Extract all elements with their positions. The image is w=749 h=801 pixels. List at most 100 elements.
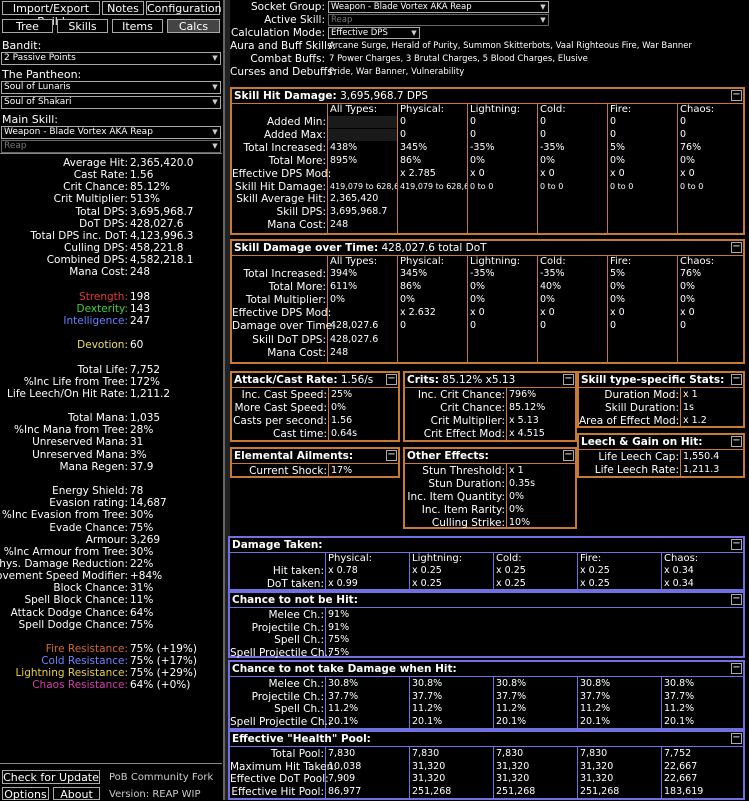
stat-value: 1.56 (130, 169, 154, 182)
cell-effective-hit-pool-0: 86,977 (328, 785, 362, 797)
configuration-button[interactable]: Configuration (146, 1, 222, 15)
about-button[interactable]: About (53, 787, 100, 801)
cell-mana-cost-4 (608, 219, 677, 231)
row-label-inc-item-rarity: Inc. Item Rarity: (421, 504, 505, 517)
check-update-button[interactable]: Check for Update (2, 770, 100, 784)
cell-added-max-1: 0 (400, 128, 407, 140)
collapse-button[interactable]: − (731, 539, 742, 550)
cell-skill-average-hit-4 (608, 193, 677, 205)
stat-label: Crit Multiplier: (53, 193, 128, 206)
row-label: Effective DoT Pool: (230, 773, 329, 786)
stat-row: Evasion rating: 14,687 (0, 497, 222, 509)
config-value-aura-and-buff-skills: Arcane Surge, Herald of Purity, Summon S… (329, 41, 692, 51)
cell-hit-taken-4: x 0.34 (664, 565, 694, 576)
stat-row: Phys. Damage Reduction: 22% (0, 558, 222, 570)
header-divider (232, 387, 398, 388)
section-dot: Skill Damage over Time: 428,027.6 total … (230, 239, 745, 364)
section-title: Skill Hit Damage: (234, 90, 337, 102)
row-label: Mana Cost: (267, 219, 326, 232)
collapse-button[interactable]: − (563, 450, 574, 461)
cell-total-pool-1: 7,830 (412, 748, 440, 759)
stat-row: Spell Dodge Chance: 75% (0, 619, 222, 631)
row-value-inc-item-rarity: 0% (509, 504, 525, 516)
config-dropdown-socket-group[interactable]: Weapon - Blade Vortex AKA Reap ▼ (328, 1, 549, 13)
stat-value: 3% (130, 448, 147, 461)
collapse-button[interactable]: − (731, 663, 742, 674)
cell-added-min-3: 0 (540, 116, 547, 127)
section-header: Skill Hit Damage: 3,695,968.7 DPS (232, 89, 743, 103)
row-label-crit-chance: Crit Chance: (440, 402, 505, 415)
tab-skills[interactable]: Skills (57, 19, 108, 33)
section-header: Chance to not take Damage when Hit: (230, 662, 743, 676)
import-export-button[interactable]: Import/Export Build (2, 1, 100, 28)
cell-total-increased-1: 345% (400, 268, 428, 279)
collapse-button[interactable]: − (386, 374, 397, 385)
stat-value: 85.12% (130, 181, 171, 194)
stat-label: Chaos Resistance: (32, 679, 128, 692)
collapse-button[interactable]: − (731, 374, 742, 385)
cell-effective-hit-pool-1: 251,268 (412, 785, 452, 797)
collapse-button[interactable]: − (731, 594, 742, 605)
cell-total-more-0: 895% (330, 154, 358, 166)
config-dropdown-active-skill[interactable]: Reap ▼ (328, 14, 549, 26)
row-label: Spell Ch.: (274, 703, 324, 716)
main-skill-part-dropdown[interactable]: Reap ▼ (1, 140, 221, 153)
collapse-button[interactable]: − (731, 733, 742, 744)
cell-total-more-5: 0% (680, 154, 696, 166)
cell-added-max-4: 0 (610, 128, 617, 140)
column-header-fire: Fire: (610, 104, 632, 115)
main-skill-dropdown[interactable]: Weapon - Blade Vortex AKA Reap ▼ (1, 126, 221, 139)
options-button[interactable]: Options (2, 787, 49, 801)
cell-mana-cost-3 (538, 347, 607, 359)
cell-dot-taken-3: x 0.25 (580, 577, 610, 589)
section-header: Skill type-specific Stats: (579, 373, 743, 387)
collapse-button[interactable]: − (731, 436, 742, 447)
stat-row: Combined DPS: 4,582,218.1 (0, 254, 222, 266)
section-header: Crits: 85.12% x5.13 (405, 373, 575, 387)
stat-label: Total Life: (77, 363, 128, 376)
cell-skill-dot-dps-1 (398, 334, 467, 346)
stat-label: %Inc Evasion from Tree: (1, 509, 128, 522)
cell-damage-over-time-2: 0 (470, 320, 477, 332)
pantheon-minor-dropdown[interactable]: Soul of Shakari ▼ (1, 96, 221, 109)
tab-calcs[interactable]: Calcs (167, 19, 220, 33)
cell-skill-average-hit-2 (468, 193, 537, 205)
stat-row: Cold Resistance: 75% (+17%) (0, 655, 222, 667)
chevron-down-icon: ▼ (212, 142, 218, 150)
config-dropdown-calculation-mode[interactable]: Effective DPS ▼ (328, 27, 420, 39)
stat-label: Combined DPS: (46, 254, 128, 267)
cell-effective-dot-pool-2: 31,320 (496, 773, 530, 785)
bandit-dropdown[interactable]: 2 Passive Points ▼ (1, 52, 221, 65)
collapse-button[interactable]: − (386, 450, 397, 461)
cell-added-min-5: 0 (680, 116, 687, 127)
tab-items[interactable]: Items (112, 19, 163, 33)
stat-label: DoT DPS: (79, 217, 128, 230)
collapse-button[interactable]: − (563, 374, 574, 385)
stat-row: Total Mana: 1,035 (0, 412, 222, 424)
row-label-spell-projectile-ch: Spell Projectile Ch.: (230, 646, 332, 659)
section-header: Attack/Cast Rate: 1.56/s (232, 373, 398, 387)
stat-label: Culling DPS: (63, 242, 128, 255)
section-title: Leech & Gain on Hit: (581, 436, 703, 448)
cell-melee-ch-4: 30.8% (664, 678, 695, 689)
tab-tree[interactable]: Tree (2, 19, 53, 33)
cell-hit-taken-3: x 0.25 (580, 565, 610, 576)
notes-button[interactable]: Notes (102, 1, 144, 15)
column-header-physical: Physical: (400, 256, 445, 267)
row-value-crit-multiplier: x 5.13 (509, 415, 539, 427)
cell-total-increased-1: 345% (400, 141, 428, 153)
config-label-curses-and-debuffs: Curses and Debuffs: (230, 66, 337, 78)
stat-label: Unreserved Mana: (32, 436, 128, 449)
section-leech: Leech & Gain on Hit: − Life Leech Cap: 1,55… (577, 433, 745, 478)
cell-mana-cost-0: 248 (330, 219, 349, 231)
row-label-inc-item-quantity: Inc. Item Quantity: (407, 491, 505, 504)
cell-damage-over-time-5: 0 (680, 320, 687, 332)
cell-skill-dot-dps-5 (678, 334, 747, 346)
cell-spell-projectile-ch-3: 20.1% (580, 715, 611, 727)
cell-damage-over-time-0: 428,027.6 (330, 320, 379, 332)
collapse-button[interactable]: − (731, 242, 742, 253)
collapse-button[interactable]: − (731, 90, 742, 101)
cell-total-increased-2: -35% (470, 268, 495, 279)
pantheon-major-dropdown[interactable]: Soul of Lunaris ▼ (1, 81, 221, 94)
left-panel: Import/Export Build Notes Configuration … (0, 0, 224, 801)
